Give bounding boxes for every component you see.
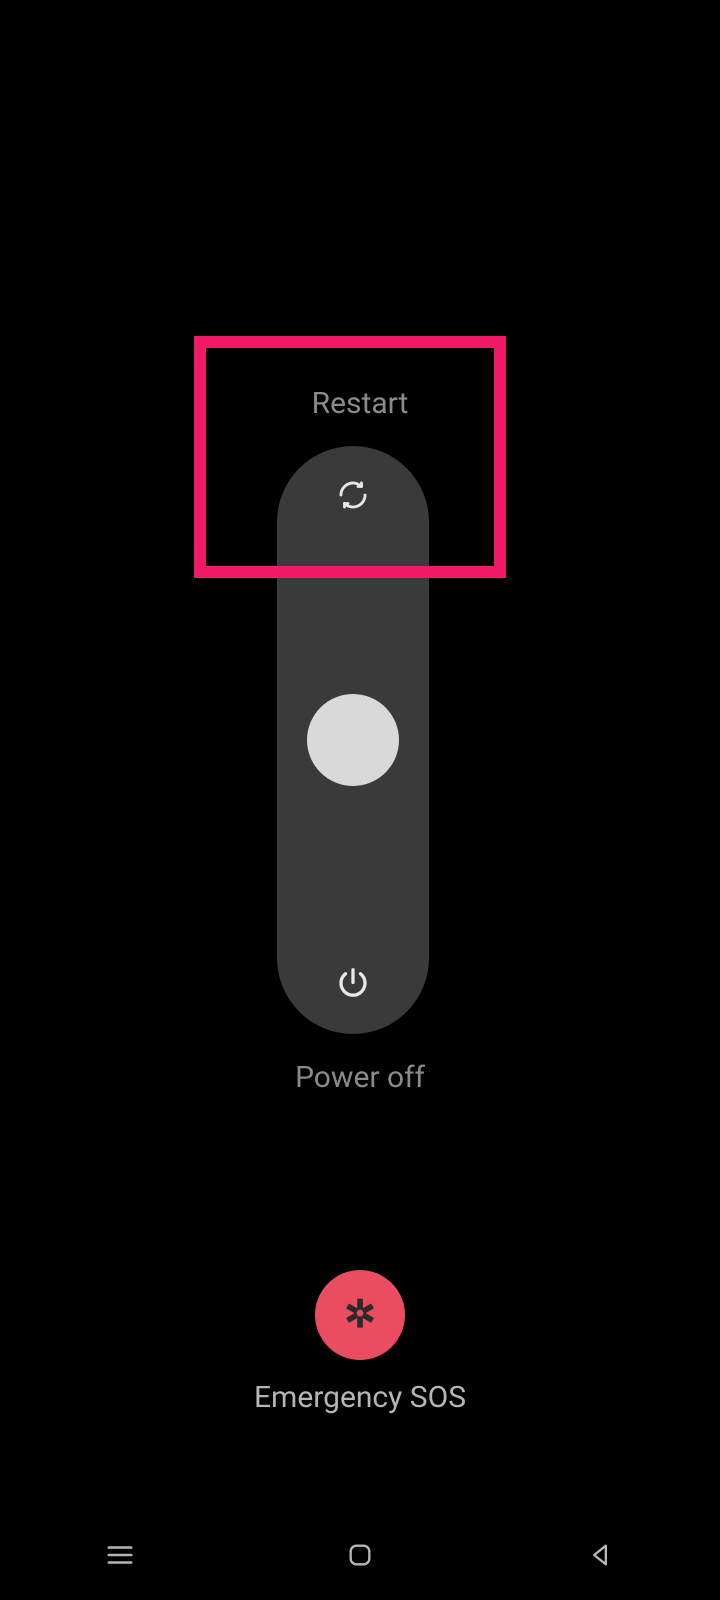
power-slider-track[interactable] [277, 446, 429, 1034]
asterisk-icon: ✲ [344, 1296, 376, 1334]
emergency-sos-label: Emergency SOS [0, 1380, 720, 1415]
emergency-sos-button[interactable]: ✲ [315, 1270, 405, 1360]
nav-back-button[interactable] [530, 1541, 670, 1569]
nav-bar [0, 1510, 720, 1600]
nav-home-button[interactable] [290, 1541, 430, 1569]
power-icon[interactable] [277, 966, 429, 1002]
restart-label: Restart [0, 386, 720, 421]
nav-recent-button[interactable] [50, 1540, 190, 1570]
restart-icon[interactable] [277, 478, 429, 512]
power-off-label: Power off [0, 1060, 720, 1095]
power-slider-knob[interactable] [307, 694, 399, 786]
